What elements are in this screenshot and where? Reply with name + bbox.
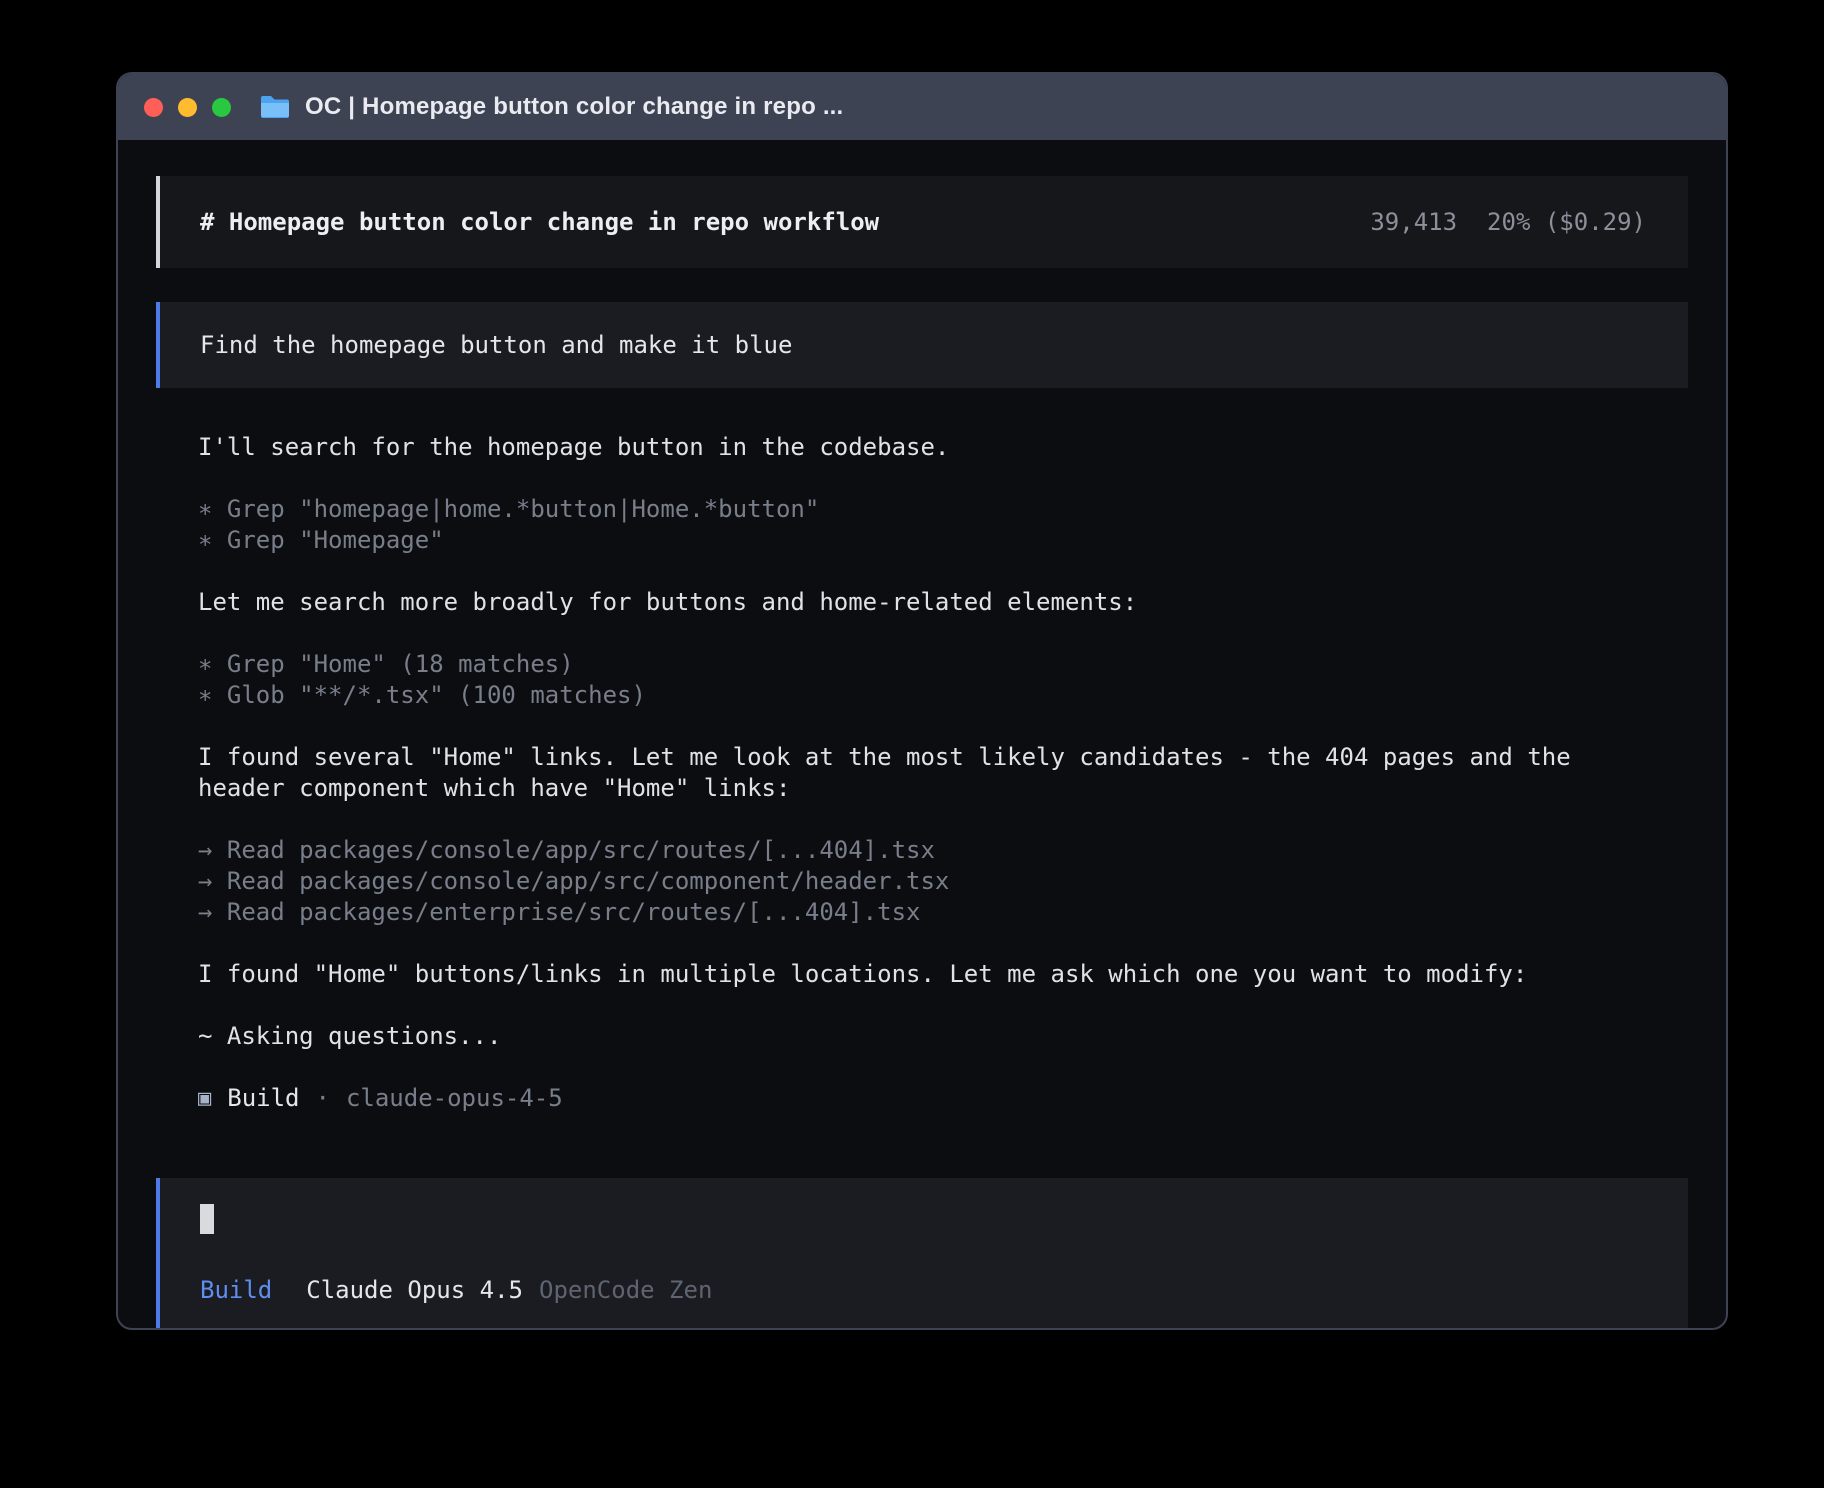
folder-icon — [259, 94, 291, 120]
terminal-content: # Homepage button color change in repo w… — [118, 140, 1726, 1330]
tool-call-line: → Read packages/console/app/src/componen… — [198, 866, 1688, 897]
terminal-window: OC | Homepage button color change in rep… — [116, 72, 1728, 1330]
zoom-button[interactable] — [212, 98, 231, 117]
user-message: Find the homepage button and make it blu… — [156, 302, 1688, 388]
title-group: OC | Homepage button color change in rep… — [259, 93, 843, 121]
input-provider-label: OpenCode Zen — [539, 1275, 712, 1306]
titlebar[interactable]: OC | Homepage button color change in rep… — [118, 74, 1726, 140]
session-header: # Homepage button color change in repo w… — [156, 176, 1688, 268]
assistant-text-line: Let me search more broadly for buttons a… — [198, 587, 1688, 618]
agent-separator: · — [316, 1083, 330, 1114]
agent-icon: ▣ — [198, 1083, 211, 1114]
user-message-text: Find the homepage button and make it blu… — [200, 330, 792, 361]
tool-call-line: ∗ Grep "Homepage" — [198, 525, 1688, 556]
text-cursor — [200, 1204, 214, 1234]
agent-model: claude-opus-4-5 — [346, 1083, 563, 1114]
agent-name: Build — [227, 1083, 299, 1114]
assistant-text-line: I'll search for the homepage button in t… — [198, 432, 1688, 463]
input-model-label: Claude Opus 4.5 — [306, 1275, 523, 1306]
context-cost: 20% ($0.29) — [1487, 207, 1646, 238]
window-title: OC | Homepage button color change in rep… — [305, 93, 843, 121]
minimize-button[interactable] — [178, 98, 197, 117]
assistant-text-line: I found several "Home" links. Let me loo… — [198, 742, 1608, 804]
session-title: # Homepage button color change in repo w… — [200, 207, 879, 238]
input-statusline: Build Claude Opus 4.5 OpenCode Zen — [200, 1275, 1648, 1306]
input-mode-label[interactable]: Build — [200, 1275, 272, 1306]
tool-call-line: → Read packages/enterprise/src/routes/[.… — [198, 897, 1688, 928]
close-button[interactable] — [144, 98, 163, 117]
tool-call-line: ∗ Grep "homepage|home.*button|Home.*butt… — [198, 494, 1688, 525]
token-count: 39,413 — [1370, 207, 1457, 238]
session-stats: 39,413 20% ($0.29) — [1370, 207, 1646, 238]
traffic-lights — [144, 98, 231, 117]
status-text-line: ~ Asking questions... — [198, 1021, 1688, 1052]
prompt-input[interactable]: Build Claude Opus 4.5 OpenCode Zen — [156, 1178, 1688, 1330]
conversation: I'll search for the homepage button in t… — [156, 432, 1688, 1114]
tool-call-line: ∗ Glob "**/*.tsx" (100 matches) — [198, 680, 1688, 711]
tool-call-line: ∗ Grep "Home" (18 matches) — [198, 649, 1688, 680]
tool-call-line: → Read packages/console/app/src/routes/[… — [198, 835, 1688, 866]
assistant-text-line: I found "Home" buttons/links in multiple… — [198, 959, 1688, 990]
agent-status-line: ▣ Build · claude-opus-4-5 — [198, 1083, 1688, 1114]
